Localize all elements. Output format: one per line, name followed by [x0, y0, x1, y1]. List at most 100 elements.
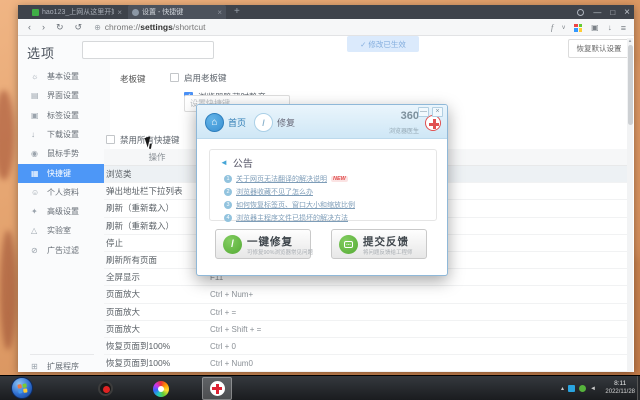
- sidebar-item-shortcut-keys[interactable]: ▦ 快捷键: [18, 163, 110, 183]
- check-icon: ✓: [360, 39, 367, 49]
- windows-flag-icon: [17, 383, 28, 394]
- back-icon[interactable]: ‹: [28, 22, 31, 32]
- flash-icon[interactable]: f: [551, 23, 553, 32]
- download-icon[interactable]: ↓: [608, 23, 612, 32]
- tray-app-icon[interactable]: [568, 385, 576, 392]
- sidebar-item-tabs[interactable]: ▣ 标签设置: [18, 106, 110, 125]
- button-label: 一键修复: [247, 236, 293, 248]
- gear-icon: ☼: [31, 72, 39, 81]
- announcement-title-text: 公告: [232, 159, 253, 170]
- tab-title: 设置 - 快捷键: [142, 9, 184, 16]
- tab-icon: ▣: [31, 110, 39, 120]
- desktop-wallpaper-blob: [0, 90, 14, 180]
- account-icon[interactable]: [577, 8, 585, 16]
- announcement-link[interactable]: 4 浏览器主程序文件已损坏的解决方法: [224, 213, 348, 223]
- tab-hao123[interactable]: hao123_上网从这里开始 ×: [28, 5, 126, 19]
- dialog-tab-label: 首页: [228, 118, 247, 128]
- block-icon: ⊘: [31, 245, 38, 255]
- taskbar-browser-app[interactable]: [146, 377, 176, 400]
- extensions-icon[interactable]: [574, 23, 583, 32]
- tray-expand-icon[interactable]: ▴: [561, 385, 564, 392]
- chevron-down-icon[interactable]: v: [562, 25, 565, 31]
- restore-defaults-button[interactable]: 恢复默认设置: [568, 39, 630, 58]
- number-badge: 1: [224, 175, 232, 183]
- sidebar-item-interface[interactable]: ▤ 界面设置: [18, 86, 110, 105]
- new-tab-button[interactable]: +: [234, 5, 240, 19]
- scroll-up-icon[interactable]: ▴: [627, 38, 633, 44]
- refresh-icon[interactable]: ↻: [56, 22, 64, 33]
- saved-toast: ✓ 修改已生效: [347, 36, 419, 52]
- taskbar-doctor-app[interactable]: [202, 377, 232, 400]
- forward-icon[interactable]: ›: [42, 22, 45, 32]
- sidebar-item-download[interactable]: ↓ 下载设置: [18, 125, 110, 144]
- dialog-tab-home[interactable]: ⌂ 首页: [205, 113, 246, 132]
- table-row[interactable]: 页面放大 Ctrl + =: [104, 304, 627, 321]
- dialog-tab-repair[interactable]: / 修复: [254, 113, 295, 132]
- volume-icon[interactable]: ◄: [590, 386, 596, 392]
- restore-session-icon[interactable]: ↺: [75, 22, 83, 33]
- disable-all-shortcuts-checkbox[interactable]: [106, 135, 115, 144]
- scrollbar[interactable]: ▴: [627, 38, 633, 372]
- sidebar-item-label: 个人资料: [47, 187, 79, 197]
- one-click-repair-button[interactable]: / 一键修复 可修复90%浏览器常见问题: [215, 229, 314, 259]
- keyboard-icon: ▦: [31, 168, 39, 178]
- taskbar-recorder-app[interactable]: [90, 377, 120, 400]
- browser-doctor-dialog: ⌂ 首页 / 修复 360 浏览器医生 — × ◄ 公告 1 关于网页无法翻译的…: [196, 104, 448, 276]
- tab-settings[interactable]: 设置 - 快捷键 ×: [128, 5, 226, 19]
- taskbar-clock[interactable]: 8:11 2022/11/28: [605, 379, 635, 397]
- puzzle-icon: ⊞: [31, 362, 38, 371]
- dialog-tab-label: 修复: [277, 118, 296, 128]
- brand-subtitle: 浏览器医生: [388, 129, 419, 135]
- tab-title: hao123_上网从这里开始: [42, 9, 115, 16]
- table-row[interactable]: 页面放大 Ctrl + Num+: [104, 286, 627, 304]
- sidebar-divider: [30, 354, 94, 355]
- announcement-link-text[interactable]: 关于网页无法翻译的解决说明: [236, 174, 327, 184]
- announcement-link[interactable]: 3 如何恢复标签页、窗口大小和缩放比例: [224, 200, 355, 210]
- maximize-button[interactable]: □: [610, 8, 615, 17]
- table-row[interactable]: 恢复页面到100% Ctrl + Num0: [104, 355, 627, 373]
- announcement-link-text[interactable]: 如何恢复标签页、窗口大小和缩放比例: [236, 200, 355, 210]
- tab-close-icon[interactable]: ×: [117, 8, 122, 17]
- number-badge: 3: [224, 201, 232, 209]
- scrollbar-thumb[interactable]: [627, 45, 633, 125]
- announcement-link-text[interactable]: 浏览器收藏不见了怎么办: [236, 187, 313, 197]
- tray-app-icon[interactable]: [579, 385, 587, 392]
- address-bar[interactable]: ⊕ chrome://settings/shortcut: [94, 22, 205, 32]
- taskbar: ▴ ◄ 8:11 2022/11/28: [0, 375, 640, 400]
- table-row[interactable]: 页面放大 Ctrl + Shift + =: [104, 321, 627, 338]
- number-badge: 4: [224, 214, 232, 222]
- sidebar-item-basic[interactable]: ☼ 基本设置: [18, 67, 110, 86]
- sidebar-item-ad-filter[interactable]: ⊘ 广告过滤: [18, 241, 110, 260]
- sidebar-item-label: 广告过滤: [47, 245, 79, 255]
- announcement-link-text[interactable]: 浏览器主程序文件已损坏的解决方法: [236, 213, 348, 223]
- button-description: 可修复90%浏览器常见问题: [247, 250, 314, 256]
- site-info-icon[interactable]: ⊕: [94, 23, 101, 32]
- announcement-link[interactable]: 1 关于网页无法翻译的解决说明 NEW: [224, 174, 348, 184]
- start-button[interactable]: [11, 377, 33, 399]
- enable-boss-key-checkbox[interactable]: [170, 73, 179, 82]
- sidebar-item-profile[interactable]: ☺ 个人资料: [18, 183, 110, 202]
- close-button[interactable]: ×: [624, 7, 630, 18]
- url-prefix: chrome://: [104, 22, 141, 32]
- tab-close-icon[interactable]: ×: [217, 8, 222, 17]
- person-icon: ☺: [31, 187, 40, 197]
- clock-date: 2022/11/28: [605, 389, 635, 396]
- sidebar-item-mouse-gesture[interactable]: ◉ 鼠标手势: [18, 144, 110, 163]
- sidebar-item-advanced[interactable]: ✦ 高级设置: [18, 202, 110, 221]
- mouse-icon: ◉: [31, 149, 38, 159]
- url-suffix: /shortcut: [172, 22, 206, 32]
- sidebar-item-lab[interactable]: △ 实验室: [18, 221, 110, 240]
- dialog-close-button[interactable]: ×: [432, 107, 443, 117]
- settings-search-input[interactable]: [82, 41, 214, 59]
- minimize-button[interactable]: —: [593, 8, 601, 17]
- enable-boss-key-label: 启用老板键: [184, 73, 227, 83]
- dialog-minimize-button[interactable]: —: [418, 107, 429, 117]
- screenshot-icon[interactable]: ▣: [591, 23, 599, 32]
- sidebar-item-extensions[interactable]: ⊞ 扩展程序: [18, 357, 110, 376]
- submit-feedback-button[interactable]: … 提交反馈 将问题反馈给工程师: [331, 229, 427, 259]
- menu-icon[interactable]: ≡: [621, 23, 626, 33]
- table-row[interactable]: 恢复页面到100% Ctrl + 0: [104, 338, 627, 356]
- announcement-link[interactable]: 2 浏览器收藏不见了怎么办: [224, 187, 313, 197]
- color-wheel-icon: [153, 380, 169, 397]
- desktop-wallpaper-blob: [0, 230, 16, 350]
